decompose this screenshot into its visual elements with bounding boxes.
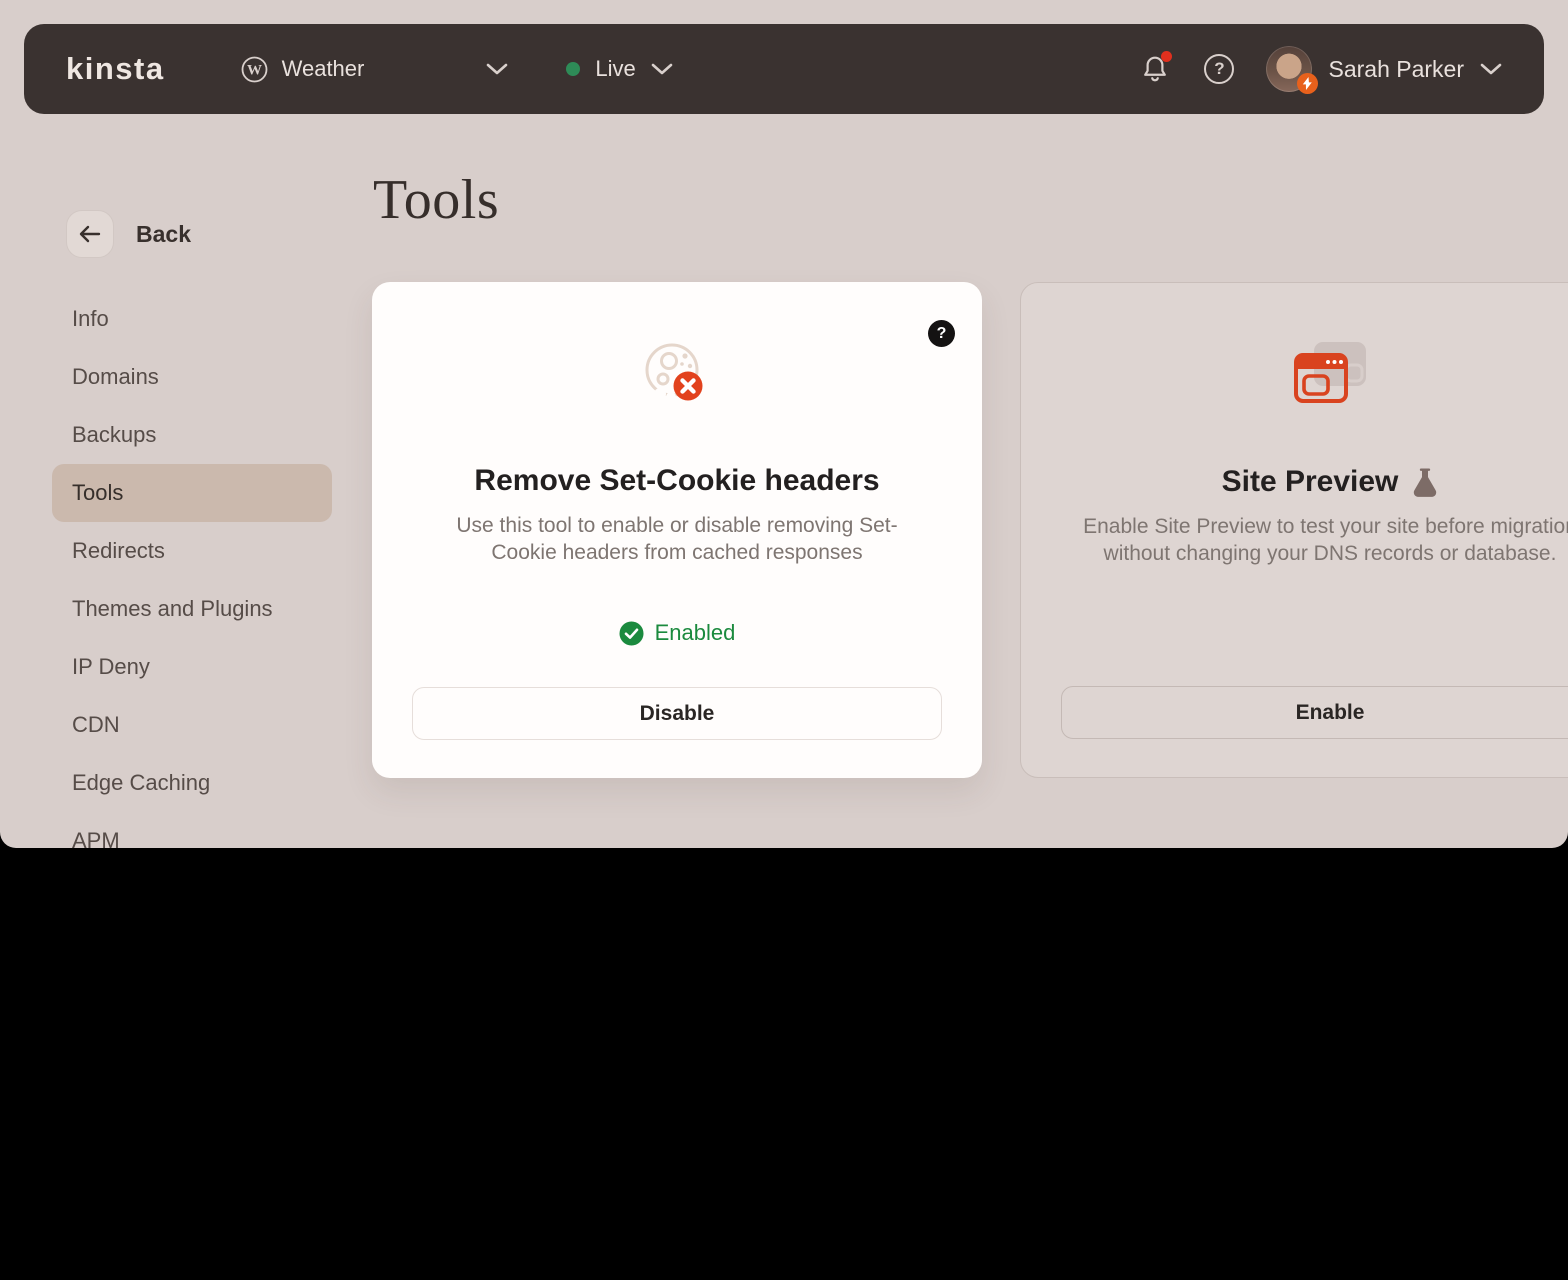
back-button[interactable]: Back <box>66 210 332 258</box>
page-title: Tools <box>373 169 500 231</box>
sidebar-nav: Info Domains Backups Tools Redirects The… <box>52 290 332 848</box>
check-circle-icon <box>619 621 644 646</box>
kinsta-logo[interactable]: kinsta <box>66 51 165 87</box>
lightning-badge-icon <box>1297 73 1319 94</box>
cookie-status-label: Enabled <box>654 620 736 646</box>
topbar-actions: ? Sarah Parker <box>1138 46 1502 94</box>
sidebar-item-ip-deny[interactable]: IP Deny <box>52 638 332 696</box>
cookie-card-description: Use this tool to enable or disable remov… <box>456 514 898 564</box>
card-help-icon[interactable]: ? <box>928 320 955 347</box>
notifications-button[interactable] <box>1138 51 1173 86</box>
site-name: Weather <box>281 56 365 81</box>
environment-selector[interactable]: Live <box>566 56 673 82</box>
svg-text:W: W <box>247 62 262 78</box>
user-chevron-down-icon <box>1480 63 1502 75</box>
sidebar-item-edge-caching[interactable]: Edge Caching <box>52 754 332 812</box>
notification-dot <box>1161 51 1173 62</box>
back-label: Back <box>136 220 191 247</box>
sidebar-item-redirects[interactable]: Redirects <box>52 522 332 580</box>
site-preview-browser-icon <box>1290 339 1370 409</box>
sidebar-item-themes-and-plugins[interactable]: Themes and Plugins <box>52 580 332 638</box>
top-navigation-bar: kinsta W Weather Live ? Sarah Parker <box>24 24 1544 114</box>
user-menu[interactable]: Sarah Parker <box>1266 46 1502 94</box>
environment-label: Live <box>595 56 636 81</box>
site-preview-description: Enable Site Preview to test your site be… <box>1083 515 1568 565</box>
flask-icon <box>1414 468 1437 497</box>
wordpress-icon: W <box>241 56 268 82</box>
sidebar-item-info[interactable]: Info <box>52 290 332 348</box>
enable-button[interactable]: Enable <box>1061 686 1568 739</box>
sidebar-item-backups[interactable]: Backups <box>52 406 332 464</box>
sidebar-item-cdn[interactable]: CDN <box>52 696 332 754</box>
remove-set-cookie-card: ? Remove Set-Cookie headers Use this too… <box>372 282 982 778</box>
site-selector[interactable]: W Weather <box>241 56 365 83</box>
back-arrow-icon[interactable] <box>66 210 114 258</box>
avatar <box>1266 46 1319 94</box>
cookie-remove-icon <box>638 338 716 408</box>
help-icon: ? <box>1204 54 1235 84</box>
sidebar-item-apm[interactable]: APM <box>52 812 332 848</box>
sidebar-item-domains[interactable]: Domains <box>52 348 332 406</box>
site-chevron-down-icon[interactable] <box>486 62 508 76</box>
site-preview-card: Site Preview Enable Site Preview to test… <box>1020 282 1568 778</box>
user-name: Sarah Parker <box>1328 55 1464 82</box>
live-status-dot <box>566 62 581 76</box>
sidebar: Back Info Domains Backups Tools Redirect… <box>52 210 332 848</box>
disable-button[interactable]: Disable <box>412 687 942 740</box>
site-preview-title: Site Preview <box>1221 465 1399 498</box>
cookie-status: Enabled <box>619 620 736 646</box>
cookie-card-title: Remove Set-Cookie headers <box>474 464 880 497</box>
environment-chevron-down-icon <box>651 63 673 75</box>
sidebar-item-tools[interactable]: Tools <box>52 464 332 522</box>
app-window: kinsta W Weather Live ? Sarah Parker Bac… <box>0 0 1568 848</box>
help-button[interactable]: ? <box>1202 52 1236 86</box>
